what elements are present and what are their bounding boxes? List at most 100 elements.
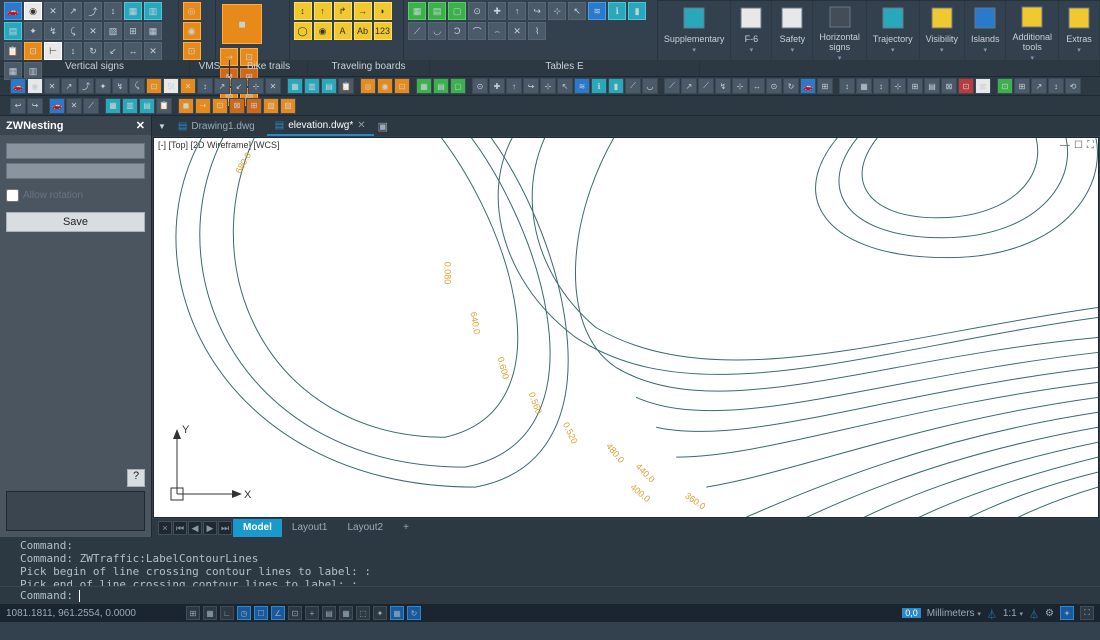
- tb-icon[interactable]: ⇢: [195, 98, 211, 114]
- tool-icon[interactable]: ◗: [374, 2, 392, 20]
- vms-icon[interactable]: ◎: [183, 2, 201, 20]
- tb-icon[interactable]: ⟋: [83, 98, 99, 114]
- tool-icon[interactable]: ▤: [4, 22, 22, 40]
- tb-icon[interactable]: ⊡: [212, 98, 228, 114]
- tb-icon[interactable]: ↙: [231, 78, 247, 94]
- tb-icon[interactable]: 🚗: [800, 78, 816, 94]
- tb-icon[interactable]: ▤: [433, 78, 449, 94]
- tb-icon[interactable]: ✕: [265, 78, 281, 94]
- tb-icon[interactable]: ℹ: [591, 78, 607, 94]
- tb-icon[interactable]: ▦: [287, 78, 303, 94]
- tb-icon[interactable]: ◎: [360, 78, 376, 94]
- side-panel-title-bar[interactable]: ZWNesting ✕: [0, 116, 151, 135]
- tb-icon[interactable]: ↻: [783, 78, 799, 94]
- tb-icon[interactable]: ↔: [749, 78, 765, 94]
- tb-icon[interactable]: 🚗: [49, 98, 65, 114]
- tool-icon[interactable]: ↕: [104, 2, 122, 20]
- tb-icon[interactable]: ⊡: [958, 78, 974, 94]
- toggle[interactable]: ▦: [339, 606, 353, 620]
- max-toggle[interactable]: ⛶: [1080, 606, 1094, 620]
- tb-icon[interactable]: ↖: [557, 78, 573, 94]
- tool-icon[interactable]: 123: [374, 22, 392, 40]
- tab-first-icon[interactable]: ⏮: [173, 521, 187, 535]
- tool-icon[interactable]: →: [354, 2, 372, 20]
- tool-icon[interactable]: ✕: [84, 22, 102, 40]
- ribbon-label[interactable]: VMS: [190, 60, 230, 76]
- toggle[interactable]: ✦: [373, 606, 387, 620]
- tool-icon[interactable]: ✚: [488, 2, 506, 20]
- canvas-minimize-icon[interactable]: —: [1060, 140, 1070, 151]
- person-icon[interactable]: ⏃: [987, 606, 997, 621]
- tool-icon[interactable]: ↙: [104, 42, 122, 60]
- tb-icon[interactable]: ▦: [105, 98, 121, 114]
- tb-icon[interactable]: ✦: [95, 78, 111, 94]
- tool-icon[interactable]: ↻: [84, 42, 102, 60]
- tb-icon[interactable]: ↑: [506, 78, 522, 94]
- tb-icon[interactable]: 📋: [156, 98, 172, 114]
- tb-icon[interactable]: ▦: [856, 78, 872, 94]
- units-badge[interactable]: 0,0: [902, 608, 921, 618]
- tb-icon[interactable]: ↕: [839, 78, 855, 94]
- tb-icon[interactable]: ↯: [715, 78, 731, 94]
- vms-icon[interactable]: ◉: [183, 22, 201, 40]
- tool-icon[interactable]: ▤: [428, 2, 446, 20]
- doc-tab[interactable]: ▤Drawing1.dwg: [170, 116, 263, 136]
- ribbon-label[interactable]: Bike trails: [230, 60, 308, 76]
- tool-icon[interactable]: ⟋: [408, 22, 426, 40]
- ribbon-label[interactable]: Tables E: [430, 60, 700, 76]
- tool-icon[interactable]: ↕: [64, 42, 82, 60]
- tb-icon[interactable]: ↗: [214, 78, 230, 94]
- tool-icon[interactable]: ▢: [448, 2, 466, 20]
- toggle[interactable]: ▤: [322, 606, 336, 620]
- tool-icon[interactable]: ▦: [144, 22, 162, 40]
- tool-icon[interactable]: ⌒: [468, 22, 486, 40]
- tool-icon[interactable]: ↱: [334, 2, 352, 20]
- tb-icon[interactable]: ↩: [10, 98, 26, 114]
- tb-icon[interactable]: ≋: [574, 78, 590, 94]
- toggle[interactable]: ↻: [407, 606, 421, 620]
- tool-icon[interactable]: ▧: [104, 22, 122, 40]
- tool-icon[interactable]: ⊡: [24, 42, 42, 60]
- tb-icon[interactable]: ⊹: [540, 78, 556, 94]
- tb-icon[interactable]: ⟋: [625, 78, 641, 94]
- tb-icon[interactable]: 📋: [338, 78, 354, 94]
- tb-icon[interactable]: ⊠: [229, 98, 245, 114]
- tool-icon[interactable]: ◡: [428, 22, 446, 40]
- tb-icon[interactable]: ▥: [122, 98, 138, 114]
- tb-icon[interactable]: ⊞: [817, 78, 833, 94]
- ribbon-button-f-6[interactable]: F-6▾: [731, 1, 772, 60]
- tool-icon[interactable]: ⊢: [44, 42, 62, 60]
- tool-icon[interactable]: ◯: [294, 22, 312, 40]
- tb-icon[interactable]: ✕: [180, 78, 196, 94]
- tool-icon[interactable]: ◉: [314, 22, 332, 40]
- tb-icon[interactable]: 🚗: [10, 78, 26, 94]
- ribbon-button-extras[interactable]: Extras▾: [1059, 1, 1100, 60]
- tool-icon[interactable]: ↑: [508, 2, 526, 20]
- snap-toggle[interactable]: ▦: [203, 606, 217, 620]
- tool-icon[interactable]: ✕: [508, 22, 526, 40]
- toggle[interactable]: ⬚: [356, 606, 370, 620]
- tool-icon[interactable]: ◉: [24, 2, 42, 20]
- bike-big-icon[interactable]: ◼: [222, 4, 262, 44]
- tb-icon[interactable]: ✚: [489, 78, 505, 94]
- tool-icon[interactable]: ✕: [44, 2, 62, 20]
- tb-icon[interactable]: ▤: [139, 98, 155, 114]
- tool-icon[interactable]: Ab: [354, 22, 372, 40]
- dyn-toggle[interactable]: ⊡: [288, 606, 302, 620]
- canvas-maximize-icon[interactable]: ⛶: [1087, 140, 1094, 151]
- tb-icon[interactable]: ⟋: [664, 78, 680, 94]
- vms-icon[interactable]: ⊡: [183, 42, 201, 60]
- tb-icon[interactable]: ⊹: [890, 78, 906, 94]
- tool-icon[interactable]: ↕: [294, 2, 312, 20]
- tb-icon[interactable]: ⤴: [78, 78, 94, 94]
- tb-icon[interactable]: ⊞: [1014, 78, 1030, 94]
- tab-close-icon[interactable]: ✕: [357, 120, 365, 131]
- lwt-toggle[interactable]: +: [305, 606, 319, 620]
- grid-toggle[interactable]: ⊞: [186, 606, 200, 620]
- tb-icon[interactable]: ↕: [1048, 78, 1064, 94]
- tb-icon[interactable]: ↗: [1031, 78, 1047, 94]
- tab-model[interactable]: Model: [233, 519, 282, 537]
- ortho-toggle[interactable]: ∟: [220, 606, 234, 620]
- tool-icon[interactable]: ⊙: [468, 2, 486, 20]
- tb-icon[interactable]: ⊠: [975, 78, 991, 94]
